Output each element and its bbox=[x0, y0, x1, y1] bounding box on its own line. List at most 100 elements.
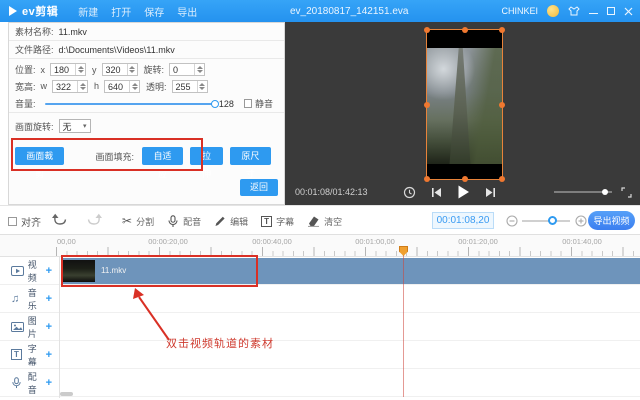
preview-volume-knob[interactable] bbox=[602, 189, 608, 195]
w-value[interactable]: 322 bbox=[53, 81, 77, 92]
next-frame-icon[interactable] bbox=[485, 187, 496, 198]
voice-lane[interactable] bbox=[60, 369, 640, 397]
y-input[interactable]: 320 bbox=[102, 63, 138, 76]
zoom-in-icon[interactable] bbox=[575, 215, 587, 227]
y-spinner[interactable] bbox=[127, 64, 137, 75]
w-input[interactable]: 322 bbox=[52, 80, 88, 93]
loop-time-icon[interactable] bbox=[403, 186, 416, 199]
x-spinner[interactable] bbox=[75, 64, 85, 75]
dub-tool[interactable]: 配音 bbox=[167, 215, 201, 228]
rotation-input[interactable]: 0 bbox=[169, 63, 205, 76]
x-input[interactable]: 180 bbox=[50, 63, 86, 76]
mute-checkbox[interactable] bbox=[244, 99, 252, 108]
ruler-label: 00,00 bbox=[57, 237, 76, 246]
add-subtitle-button[interactable]: + bbox=[46, 349, 52, 361]
rotate-value: 无 bbox=[63, 120, 72, 133]
rotation-value[interactable]: 0 bbox=[170, 64, 194, 75]
rotate-row: 画面旋转: 无 ▾ bbox=[9, 115, 284, 137]
resize-handle-w[interactable] bbox=[424, 102, 430, 108]
undo-icon[interactable] bbox=[52, 213, 68, 227]
opacity-input[interactable]: 255 bbox=[172, 80, 208, 93]
resize-handle-e[interactable] bbox=[499, 102, 505, 108]
menu-item-save[interactable]: 保存 bbox=[144, 4, 164, 19]
h-value[interactable]: 640 bbox=[105, 81, 129, 92]
clear-tool[interactable]: 清空 bbox=[307, 215, 342, 228]
music-track-icon: ♫ bbox=[11, 293, 25, 305]
back-row: 返回 bbox=[240, 179, 278, 196]
add-music-button[interactable]: + bbox=[46, 293, 52, 305]
timeline-zoom-knob[interactable] bbox=[548, 216, 557, 225]
size-row: 宽高: w 322 h 640 透明: 255 bbox=[9, 77, 284, 95]
align-checkbox[interactable] bbox=[8, 217, 17, 226]
volume-slider[interactable] bbox=[45, 103, 215, 105]
subtitle-tool[interactable]: T 字幕 bbox=[261, 215, 294, 228]
document-title: ev_20180817_142151.eva bbox=[290, 6, 408, 17]
add-image-button[interactable]: + bbox=[46, 321, 52, 333]
timeline-ruler[interactable]: 00,00 00:00:20,00 00:00:40,00 00:01:00,0… bbox=[0, 235, 640, 257]
crop-button[interactable]: 画面裁剪 bbox=[15, 147, 64, 165]
track-label-subtitle: 字幕 bbox=[28, 342, 46, 368]
minimize-icon[interactable] bbox=[589, 13, 598, 14]
subtitle-label: 字幕 bbox=[276, 215, 294, 228]
resize-handle-n[interactable] bbox=[462, 27, 468, 33]
play-icon[interactable] bbox=[457, 185, 470, 199]
resize-handle-nw[interactable] bbox=[424, 27, 430, 33]
close-icon[interactable] bbox=[624, 7, 633, 16]
add-video-button[interactable]: + bbox=[46, 265, 52, 277]
volume-row: 音量: 128 静音 bbox=[9, 95, 284, 113]
material-name-label: 素材名称: bbox=[15, 25, 54, 38]
preview-video-frame[interactable] bbox=[426, 29, 503, 180]
opacity-spinner[interactable] bbox=[197, 81, 207, 92]
fill-auto-button[interactable]: 自适应 bbox=[142, 147, 183, 165]
back-button[interactable]: 返回 bbox=[240, 179, 278, 196]
align-toggle[interactable]: 对齐 bbox=[8, 214, 41, 229]
menu-item-new[interactable]: 新建 bbox=[78, 4, 98, 19]
rotate-dropdown[interactable]: 无 ▾ bbox=[59, 119, 91, 133]
titlebar: ev剪辑 新建 打开 保存 导出 ev_20180817_142151.eva … bbox=[0, 0, 640, 22]
menu-item-open[interactable]: 打开 bbox=[111, 4, 131, 19]
subtitle-icon: T bbox=[261, 216, 272, 227]
track-label-column: 视频 + ♫ 音乐 + 图片 + T 字幕 + bbox=[0, 257, 60, 398]
fill-stretch-button[interactable]: 拉伸 bbox=[190, 147, 223, 165]
fill-original-button[interactable]: 原尺寸 bbox=[230, 147, 271, 165]
split-tool[interactable]: ✂ 分割 bbox=[122, 214, 154, 228]
x-value[interactable]: 180 bbox=[51, 64, 75, 75]
prev-frame-icon[interactable] bbox=[431, 187, 442, 198]
track-row-subtitle: T 字幕 + bbox=[0, 341, 59, 369]
resize-handle-ne[interactable] bbox=[499, 27, 505, 33]
timeline-zoom-slider[interactable] bbox=[522, 220, 570, 222]
add-voice-button[interactable]: + bbox=[46, 377, 52, 389]
edit-tool[interactable]: 编辑 bbox=[214, 215, 248, 228]
material-name-row: 素材名称: 11.mkv bbox=[9, 23, 284, 41]
maximize-icon[interactable] bbox=[607, 7, 615, 15]
video-clip[interactable]: 11.mkv bbox=[62, 258, 640, 284]
video-preview: 00:01:08/01:42:13 bbox=[285, 22, 640, 205]
w-spinner[interactable] bbox=[77, 81, 87, 92]
subtitle-lane[interactable] bbox=[60, 341, 640, 369]
redo-icon[interactable] bbox=[86, 213, 102, 227]
zoom-out-icon[interactable] bbox=[506, 215, 518, 227]
preview-volume-slider[interactable] bbox=[554, 191, 612, 193]
h-input[interactable]: 640 bbox=[104, 80, 140, 93]
volume-slider-knob[interactable] bbox=[211, 100, 219, 108]
ev-editor-window: ev剪辑 新建 打开 保存 导出 ev_20180817_142151.eva … bbox=[0, 0, 640, 400]
username[interactable]: CHINKEI bbox=[501, 6, 538, 16]
track-label-video: 视频 bbox=[28, 258, 46, 284]
timeline-scrollbar[interactable] bbox=[60, 392, 73, 396]
y-value[interactable]: 320 bbox=[103, 64, 127, 75]
edit-toolbar: 对齐 ✂ 分割 配音 bbox=[0, 205, 640, 235]
current-time-display[interactable]: 00:01:08,20 bbox=[432, 212, 494, 229]
theme-icon[interactable] bbox=[568, 6, 580, 16]
h-spinner[interactable] bbox=[129, 81, 139, 92]
track-row-image: 图片 + bbox=[0, 313, 59, 341]
export-video-button[interactable]: 导出视频 bbox=[588, 211, 635, 230]
timeline: 00,00 00:00:20,00 00:00:40,00 00:01:00,0… bbox=[0, 235, 640, 400]
properties-panel: 素材名称: 11.mkv 文件路径: d:\Documents\Videos\1… bbox=[8, 22, 285, 205]
split-label: 分割 bbox=[136, 215, 154, 228]
menu-item-export[interactable]: 导出 bbox=[177, 4, 197, 19]
rotation-spinner[interactable] bbox=[194, 64, 204, 75]
opacity-value[interactable]: 255 bbox=[173, 81, 197, 92]
avatar[interactable] bbox=[547, 5, 559, 17]
ruler-label: 00:00:20,00 bbox=[148, 237, 188, 246]
fullscreen-icon[interactable] bbox=[621, 187, 632, 198]
